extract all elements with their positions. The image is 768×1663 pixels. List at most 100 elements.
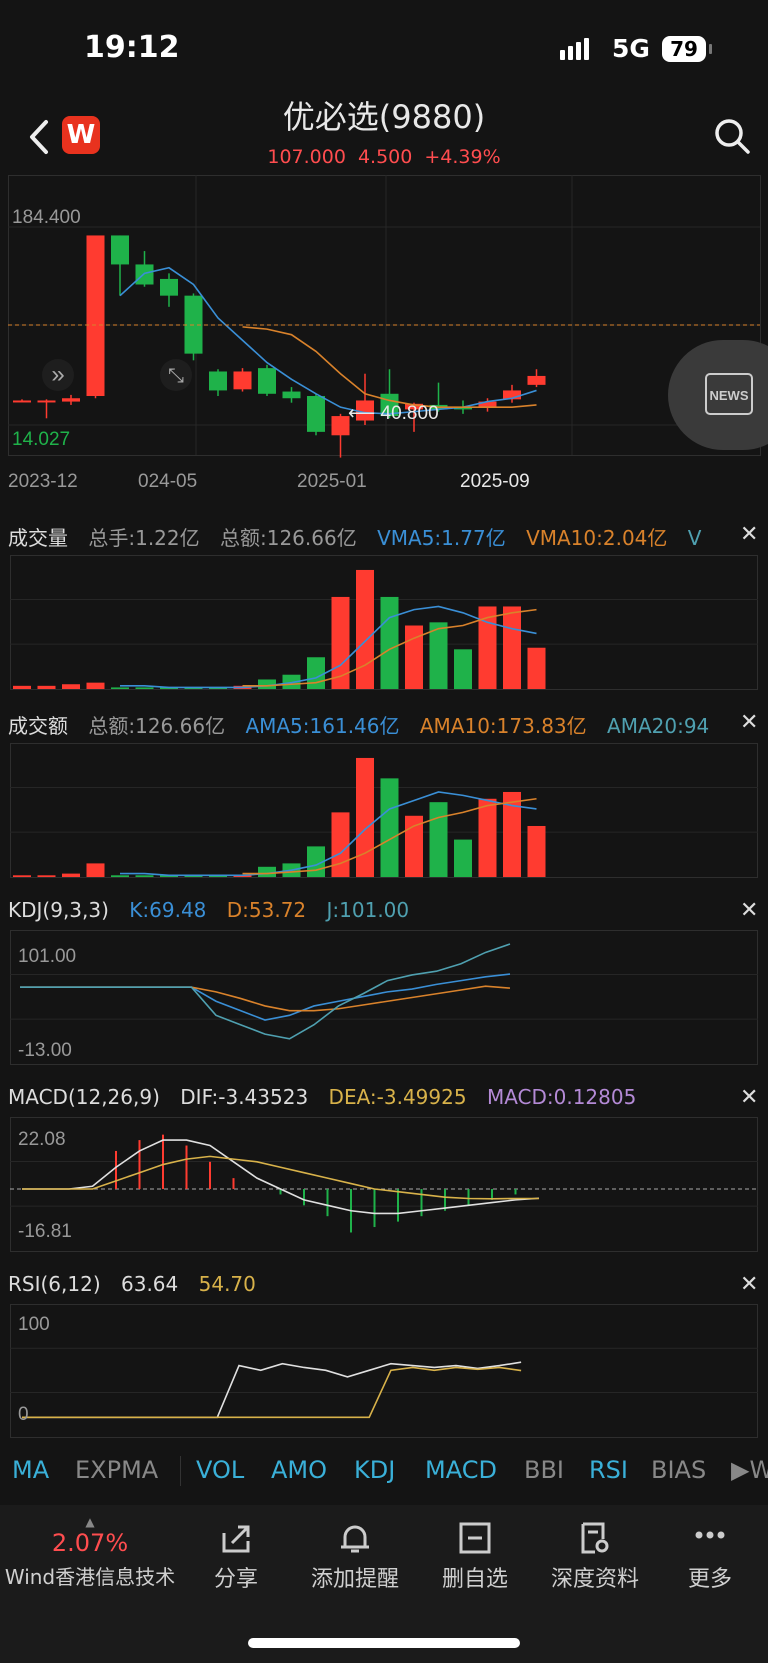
volume-bar [527, 825, 546, 877]
index-ticker[interactable]: ▲ 2.07% Wind香港信息技术 [0, 1515, 180, 1590]
kdj-k-line [20, 973, 511, 1021]
search-icon[interactable] [712, 116, 752, 156]
ama20-value: AMA20:94 [607, 714, 710, 738]
expand-left-glyph: » [51, 361, 64, 388]
amount-chart[interactable] [10, 743, 758, 878]
volume-bar [527, 647, 546, 689]
candle-body [331, 416, 350, 436]
more-button[interactable]: 更多 [670, 1521, 750, 1593]
tab-bias[interactable]: BIAS [651, 1456, 706, 1484]
volume-bar [503, 606, 521, 689]
volume-bar [380, 778, 399, 877]
volume-bar [37, 875, 56, 877]
price-chart[interactable]: 184.400 14.027 ⟵ 40.800 2023-12 024-05 2025-0… [0, 175, 768, 495]
volume-bar [454, 839, 472, 877]
page-title: 优必选(9880) [282, 98, 486, 136]
battery-icon: 79 [662, 36, 706, 62]
x-label-1: 2023-12 [8, 471, 78, 492]
macd-bottom-label: -16.81 [18, 1221, 72, 1242]
volume-bar [405, 815, 423, 877]
volume-bar [13, 875, 31, 877]
bell-icon [341, 1525, 369, 1553]
macd-top-label: 22.08 [18, 1129, 66, 1150]
volume-bar [429, 622, 448, 689]
close-rsi-icon[interactable]: ✕ [740, 1272, 758, 1297]
rsi6-value: 63.64 [121, 1272, 179, 1296]
news-icon: NEWS [705, 373, 753, 415]
rsi-name: RSI(6,12) [8, 1272, 101, 1296]
status-time: 19:12 [84, 30, 180, 65]
kdj-chart[interactable]: 101.00 -13.00 [10, 930, 758, 1065]
candle-body [13, 400, 31, 403]
kdj-name: KDJ(9,3,3) [8, 898, 109, 922]
battery-tip [709, 44, 712, 54]
volume-bar [135, 687, 154, 689]
share-label: 分享 [213, 1567, 258, 1592]
ama10-value: AMA10:173.83亿 [419, 714, 587, 738]
tab-w: W [749, 1456, 768, 1484]
macd-value: MACD:0.12805 [486, 1085, 637, 1109]
tab-macd[interactable]: MACD [425, 1456, 497, 1484]
tab-amo[interactable]: AMO [271, 1456, 327, 1484]
candle-body [307, 396, 325, 432]
x-label-2: 024-05 [138, 471, 197, 492]
tab-expma[interactable]: EXPMA [75, 1456, 158, 1484]
kdj-j-line [20, 943, 511, 1040]
add-alert-button[interactable]: 添加提醒 [300, 1521, 410, 1593]
vma10-value: VMA10:2.04亿 [526, 526, 668, 550]
close-amount-icon[interactable]: ✕ [740, 710, 758, 735]
share-button[interactable]: 分享 [196, 1521, 276, 1593]
candle-body [209, 371, 227, 391]
rsi-chart[interactable]: 100 0 [10, 1304, 758, 1438]
candle-body [111, 235, 129, 265]
price-change: 4.500 [357, 146, 413, 168]
caret-up-icon: ▲ [85, 1515, 95, 1529]
rsi12-value: 54.70 [198, 1272, 256, 1296]
volume-chart[interactable] [10, 555, 758, 690]
volume-total-hands: 总手:1.22亿 [88, 526, 200, 550]
last-price: 107.000 [267, 146, 346, 168]
volume-bar [86, 863, 105, 877]
volume-bar [356, 569, 374, 689]
volume-bar [380, 596, 399, 689]
price-change-pct: +4.39% [424, 146, 501, 168]
volume-bar [478, 798, 497, 877]
deep-info-button[interactable]: 深度资料 [540, 1521, 650, 1593]
home-indicator[interactable] [248, 1638, 520, 1648]
indicator-tabs: MA EXPMA VOL AMO KDJ MACD BBI RSI BIAS ▶… [0, 1448, 768, 1492]
candle-body [160, 278, 178, 296]
fullscreen-glyph: ⤡ [168, 365, 184, 387]
more-dots-icon [695, 1531, 725, 1539]
macd-chart[interactable]: 22.08 -16.81 [10, 1117, 758, 1252]
network-type: 5G [612, 34, 650, 63]
panel-frame [10, 1117, 758, 1252]
remove-watchlist-button[interactable]: 删自选 [430, 1521, 520, 1593]
close-volume-icon[interactable]: ✕ [740, 522, 758, 547]
kdj-header: KDJ(9,3,3) K:69.48 D:53.72 J:101.00 [8, 898, 409, 922]
amount-header: 成交额 总额:126.66亿 AMA5:161.46亿 AMA10:173.83… [8, 710, 709, 739]
deep-info-label: 深度资料 [550, 1567, 639, 1592]
candle-body [233, 371, 252, 390]
close-macd-icon[interactable]: ✕ [740, 1085, 758, 1110]
tab-vol[interactable]: VOL [196, 1456, 244, 1484]
tab-kdj[interactable]: KDJ [354, 1456, 395, 1484]
candle-body [37, 400, 56, 403]
rsi-top-label: 100 [18, 1314, 50, 1335]
document-icon [581, 1522, 609, 1554]
rsi6-line [22, 1361, 522, 1419]
vma5-line [120, 605, 537, 689]
volume-bar [111, 875, 129, 877]
macd-dif-line [22, 1139, 540, 1215]
macd-dea: DEA:-3.49925 [328, 1085, 467, 1109]
tab-rsi[interactable]: RSI [589, 1456, 628, 1484]
close-kdj-icon[interactable]: ✕ [740, 898, 758, 923]
volume-bar [454, 649, 472, 689]
kdj-d: D:53.72 [226, 898, 307, 922]
tab-bbi[interactable]: BBI [524, 1456, 564, 1484]
volume-bar [111, 687, 129, 689]
volume-bar [37, 685, 56, 689]
tab-more-indicator[interactable]: ▶W [731, 1456, 768, 1484]
news-button[interactable]: NEWS [668, 340, 768, 450]
x-label-4: 2025-09 [460, 471, 530, 492]
tab-ma[interactable]: MA [12, 1456, 49, 1484]
